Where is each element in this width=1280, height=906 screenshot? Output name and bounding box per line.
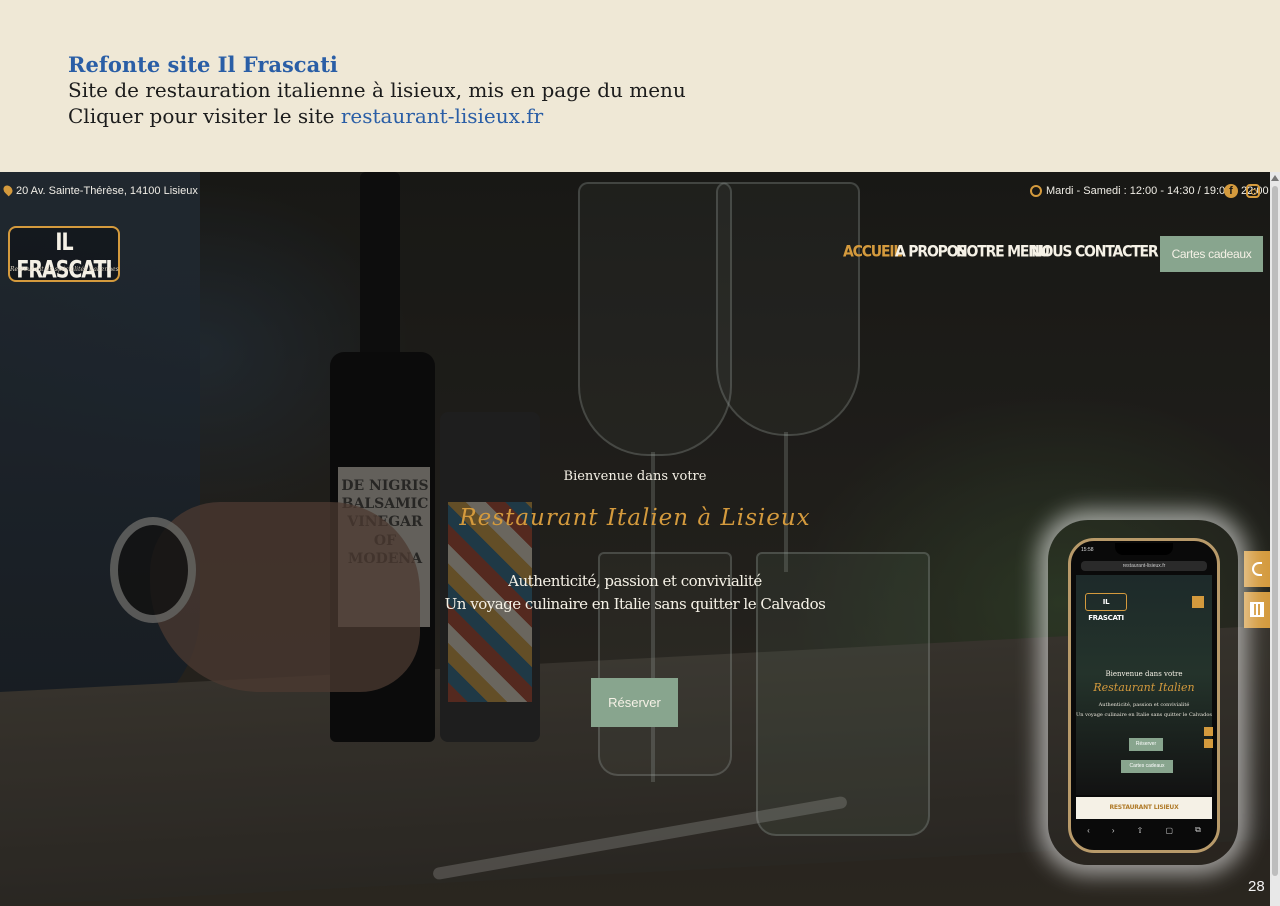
map-pin-icon — [1, 183, 15, 197]
phone-reserve-button[interactable]: Réserver — [1129, 738, 1163, 751]
reserve-button[interactable]: Réserver — [591, 678, 678, 727]
clock-icon — [1030, 185, 1042, 197]
phone-forward-icon[interactable]: › — [1112, 826, 1115, 835]
gift-cards-button[interactable]: Cartes cadeaux — [1160, 236, 1263, 272]
slide-header: Refonte site Il Frascati Site de restaur… — [0, 0, 1280, 172]
phone-tabs-icon[interactable]: ⧉ — [1195, 825, 1201, 835]
phone-call-icon[interactable] — [1204, 727, 1213, 736]
side-call-button[interactable] — [1244, 551, 1270, 587]
logo-name: IL FRASCATI — [16, 228, 112, 284]
phone-menu-icon[interactable] — [1192, 596, 1204, 608]
phone-share-icon[interactable]: ⇧ — [1137, 826, 1144, 835]
visit-prefix: Cliquer pour visiter le site — [68, 104, 341, 128]
page-scrollbar[interactable] — [1270, 172, 1280, 906]
facebook-icon[interactable]: f — [1224, 184, 1238, 198]
phone-bookmarks-icon[interactable]: ▢ — [1165, 826, 1173, 835]
instagram-icon[interactable] — [1246, 184, 1260, 198]
site-logo[interactable]: IL FRASCATI Restaurant de spécialités it… — [8, 226, 120, 284]
phone-gift-cards-button[interactable]: Cartes cadeaux — [1121, 760, 1173, 773]
phone-footer-banner: RESTAURANT LISIEUX — [1076, 797, 1212, 819]
scroll-up-arrow-icon[interactable] — [1271, 175, 1279, 181]
phone-icon — [1252, 562, 1262, 576]
nav-item-nous-contacter[interactable]: NOUS CONTACTER — [1031, 243, 1159, 261]
phone-back-icon[interactable]: ‹ — [1087, 826, 1090, 835]
phone-welcome: Bienvenue dans votre — [1105, 670, 1183, 678]
nav-item-accueil[interactable]: ACCUEIL — [843, 243, 902, 261]
logo-tagline: Restaurant de spécialités italiennes — [10, 266, 119, 273]
phone-tagline-1: Authenticité, passion et convivialité — [1098, 702, 1190, 708]
phone-mockup: 15:58 restaurant-lisieux.fr IL FRASCATI … — [1068, 538, 1220, 853]
address-text[interactable]: 20 Av. Sainte-Thérèse, 14100 Lisieux — [16, 185, 198, 197]
visit-line: Cliquer pour visiter le site restaurant-… — [68, 104, 543, 128]
phone-browser-toolbar: ‹ › ⇧ ▢ ⧉ — [1076, 821, 1212, 839]
hero-welcome: Bienvenue dans votre — [563, 469, 707, 484]
slide-description: Site de restauration italienne à lisieux… — [68, 78, 686, 102]
site-topbar: 20 Av. Sainte-Thérèse, 14100 Lisieux Mar… — [0, 172, 1270, 212]
phone-logo: IL FRASCATI — [1085, 593, 1127, 622]
phone-calendar-icon[interactable] — [1204, 739, 1213, 748]
phone-tagline-2: Un voyage culinaire en Italie sans quitt… — [1076, 712, 1212, 718]
phone-script-title: Restaurant Italien — [1093, 681, 1195, 694]
phone-status-time: 15:58 — [1081, 547, 1094, 553]
site-link[interactable]: restaurant-lisieux.fr — [341, 104, 543, 128]
scroll-thumb[interactable] — [1272, 186, 1278, 876]
phone-url-bar[interactable]: restaurant-lisieux.fr — [1081, 561, 1207, 571]
side-booking-button[interactable] — [1244, 592, 1270, 628]
slide-title: Refonte site Il Frascati — [68, 52, 338, 77]
page-number: 28 — [1248, 878, 1265, 895]
calendar-icon — [1250, 602, 1264, 617]
